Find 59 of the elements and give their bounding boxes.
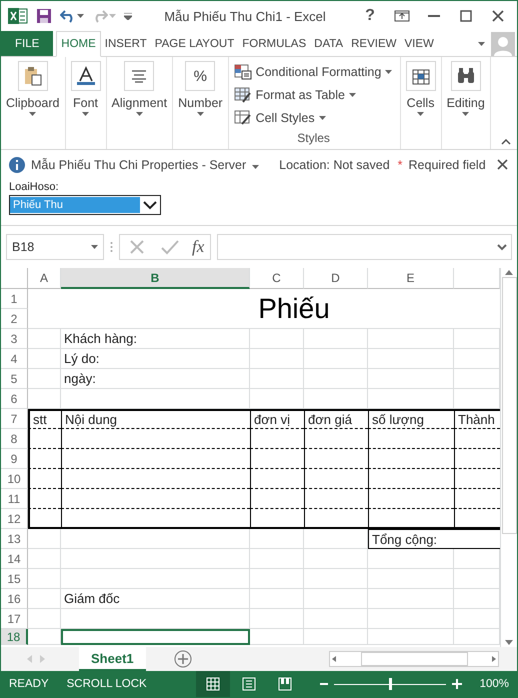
table-cell[interactable]: Tổng cộng: bbox=[368, 529, 454, 549]
required-field-text: Required field bbox=[408, 158, 486, 172]
ribbon-group-button[interactable]: % Number bbox=[178, 61, 223, 116]
row-header[interactable]: 7 bbox=[1, 409, 28, 429]
group-label: Styles bbox=[296, 131, 331, 145]
table-cell[interactable]: Nội dung bbox=[61, 409, 250, 429]
table-cell[interactable]: đơn vị bbox=[250, 409, 304, 429]
ribbon-group-button[interactable]: Editing bbox=[446, 61, 485, 116]
column-header[interactable]: E bbox=[368, 268, 454, 289]
sheet-tab[interactable]: Sheet1 bbox=[79, 647, 146, 671]
required-mark: * bbox=[398, 158, 403, 172]
row-header[interactable]: 4 bbox=[1, 349, 28, 369]
row-header[interactable]: 5 bbox=[1, 369, 28, 389]
table-cell[interactable]: stt bbox=[28, 409, 61, 429]
row-header[interactable]: 17 bbox=[1, 609, 28, 629]
row-header[interactable]: 11 bbox=[1, 489, 28, 509]
row-header[interactable]: 6 bbox=[1, 389, 28, 409]
column-header[interactable]: D bbox=[304, 268, 368, 289]
row-header[interactable]: 2 bbox=[1, 309, 28, 329]
sheet-title: Phiếu bbox=[28, 289, 500, 329]
status-mode: READY bbox=[9, 678, 49, 690]
table-cell[interactable]: số lượng bbox=[368, 409, 454, 429]
row-header[interactable]: 12 bbox=[1, 509, 28, 529]
row-header[interactable]: 10 bbox=[1, 469, 28, 489]
table-cell[interactable]: Giám đốc bbox=[61, 589, 250, 609]
row-header[interactable]: 18 bbox=[1, 629, 28, 645]
row-header[interactable]: 16 bbox=[1, 589, 28, 609]
row-header[interactable]: 8 bbox=[1, 429, 28, 449]
row-header[interactable]: 13 bbox=[1, 529, 28, 549]
scroll-lock-indicator: SCROLL LOCK bbox=[66, 678, 147, 690]
table-cell[interactable]: ngày: bbox=[61, 369, 250, 389]
help-button[interactable]: ? bbox=[355, 4, 385, 28]
row-header[interactable]: 1 bbox=[1, 289, 28, 309]
row-header[interactable]: 14 bbox=[1, 549, 28, 569]
field-label: LoaiHoso: bbox=[9, 181, 60, 193]
column-header[interactable]: B bbox=[61, 268, 250, 289]
ribbon-tab[interactable]: HOME bbox=[56, 31, 101, 57]
ribbon-group-button[interactable]: Clipboard bbox=[6, 61, 60, 116]
row-header[interactable]: 3 bbox=[1, 329, 28, 349]
table-cell[interactable]: Lý do: bbox=[61, 349, 250, 369]
name-box[interactable]: B18 bbox=[6, 234, 104, 260]
row-header[interactable]: 9 bbox=[1, 449, 28, 469]
insert-function-button[interactable]: fx bbox=[192, 237, 204, 257]
column-header[interactable]: C bbox=[250, 268, 304, 289]
properties-menu[interactable]: Mẫu Phiếu Thu Chi Properties - Server bbox=[31, 158, 246, 172]
table-cell[interactable]: Thành bbox=[454, 409, 500, 429]
window-title: Mẫu Phiếu Thu Chi1 - Excel bbox=[163, 8, 327, 24]
styles-menu-button[interactable]: Cell Styles bbox=[234, 106, 394, 129]
location-text: Location: Not saved bbox=[279, 158, 390, 172]
ribbon-group-button[interactable]: Alignment bbox=[112, 61, 168, 116]
percent-icon: % bbox=[185, 61, 216, 91]
file-tab[interactable]: FILE bbox=[1, 31, 54, 56]
styles-menu-button[interactable]: Conditional Formatting bbox=[234, 60, 394, 83]
styles-menu-button[interactable]: Format as Table bbox=[234, 83, 394, 106]
table-cell[interactable]: đơn giá bbox=[304, 409, 368, 429]
row-header[interactable]: 15 bbox=[1, 569, 28, 589]
zoom-level: 100% bbox=[480, 678, 509, 690]
table-cell[interactable]: Khách hàng: bbox=[61, 329, 250, 349]
column-header[interactable]: A bbox=[28, 268, 61, 289]
